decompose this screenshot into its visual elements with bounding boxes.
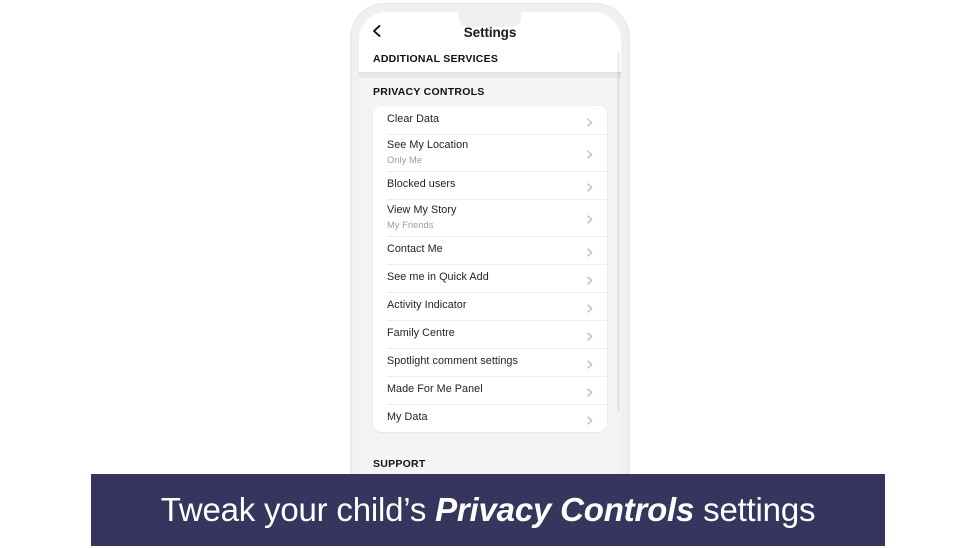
chevron-right-icon bbox=[584, 245, 595, 257]
chevron-right-icon bbox=[584, 115, 595, 127]
list-item-title: Family Centre bbox=[387, 327, 455, 340]
caption-text: Tweak your child’s Privacy Controls sett… bbox=[161, 491, 816, 529]
list-item-title: Blocked users bbox=[387, 178, 456, 191]
list-item-blocked-users[interactable]: Blocked users bbox=[373, 171, 607, 199]
caption-emphasis: Privacy Controls bbox=[435, 491, 695, 528]
list-item-view-my-story[interactable]: View My Story My Friends bbox=[373, 199, 607, 236]
list-item-made-for-me-panel[interactable]: Made For Me Panel bbox=[373, 376, 607, 404]
scrollbar-thumb[interactable] bbox=[617, 52, 620, 412]
list-item-text: Spotlight comment settings bbox=[387, 355, 576, 368]
list-item-title: Clear Data bbox=[387, 113, 440, 126]
list-item-activity-indicator[interactable]: Activity Indicator bbox=[373, 292, 607, 320]
caption-banner: Tweak your child’s Privacy Controls sett… bbox=[91, 474, 885, 546]
list-item-text: View My Story My Friends bbox=[387, 204, 576, 231]
list-item-title: Contact Me bbox=[387, 243, 443, 256]
page-title: Settings bbox=[463, 25, 517, 40]
chevron-right-icon bbox=[584, 357, 595, 369]
list-item-text: See My Location Only Me bbox=[387, 139, 576, 166]
chevron-right-icon bbox=[584, 301, 595, 313]
list-item-title: My Data bbox=[387, 411, 428, 424]
list-item-my-data[interactable]: My Data bbox=[373, 404, 607, 432]
list-item-text: Made For Me Panel bbox=[387, 383, 576, 396]
caption-suffix: settings bbox=[694, 491, 816, 528]
list-item-text: Clear Data bbox=[387, 113, 576, 126]
chevron-right-icon bbox=[584, 413, 595, 425]
phone-notch bbox=[459, 12, 521, 27]
section-header-privacy-controls: PRIVACY CONTROLS bbox=[373, 86, 485, 98]
list-item-spotlight-comment-settings[interactable]: Spotlight comment settings bbox=[373, 348, 607, 376]
section-header-support: SUPPORT bbox=[359, 440, 621, 476]
list-item-text: My Data bbox=[387, 411, 576, 424]
list-item-title: Activity Indicator bbox=[387, 299, 467, 312]
chevron-right-icon bbox=[584, 329, 595, 341]
chevron-right-icon bbox=[584, 385, 595, 397]
privacy-controls-list: Clear Data See My Location Only Me Block… bbox=[373, 106, 607, 432]
list-item-family-centre[interactable]: Family Centre bbox=[373, 320, 607, 348]
list-item-text: See me in Quick Add bbox=[387, 271, 576, 284]
chevron-right-icon bbox=[584, 180, 595, 192]
list-item-title: See My Location bbox=[387, 139, 469, 152]
list-item-subtitle: Only Me bbox=[387, 154, 422, 165]
list-item-title: Made For Me Panel bbox=[387, 383, 483, 396]
list-item-see-me-in-quick-add[interactable]: See me in Quick Add bbox=[373, 264, 607, 292]
list-item-title: See me in Quick Add bbox=[387, 271, 489, 284]
list-item-text: Blocked users bbox=[387, 178, 576, 191]
list-item-subtitle: My Friends bbox=[387, 219, 434, 230]
list-item-text: Activity Indicator bbox=[387, 299, 576, 312]
list-item-text: Contact Me bbox=[387, 243, 576, 256]
list-item-see-my-location[interactable]: See My Location Only Me bbox=[373, 134, 607, 171]
phone-device-frame: Settings ADDITIONAL SERVICES PRIVACY CON… bbox=[351, 4, 629, 524]
list-item-contact-me[interactable]: Contact Me bbox=[373, 236, 607, 264]
phone-screen-bezel: Settings ADDITIONAL SERVICES PRIVACY CON… bbox=[359, 12, 621, 516]
caption-prefix: Tweak your child’s bbox=[160, 491, 436, 528]
section-header-additional-services: ADDITIONAL SERVICES bbox=[359, 46, 621, 72]
list-item-title: View My Story bbox=[387, 204, 457, 217]
list-item-title: Spotlight comment settings bbox=[387, 355, 518, 368]
chevron-right-icon bbox=[584, 273, 595, 285]
privacy-controls-section: PRIVACY CONTROLS Clear Data See My Locat… bbox=[359, 78, 621, 440]
chevron-right-icon bbox=[584, 212, 595, 224]
chevron-right-icon bbox=[584, 147, 595, 159]
list-item-clear-data[interactable]: Clear Data bbox=[373, 106, 607, 134]
list-item-text: Family Centre bbox=[387, 327, 576, 340]
app-screen: Settings ADDITIONAL SERVICES PRIVACY CON… bbox=[359, 12, 621, 516]
